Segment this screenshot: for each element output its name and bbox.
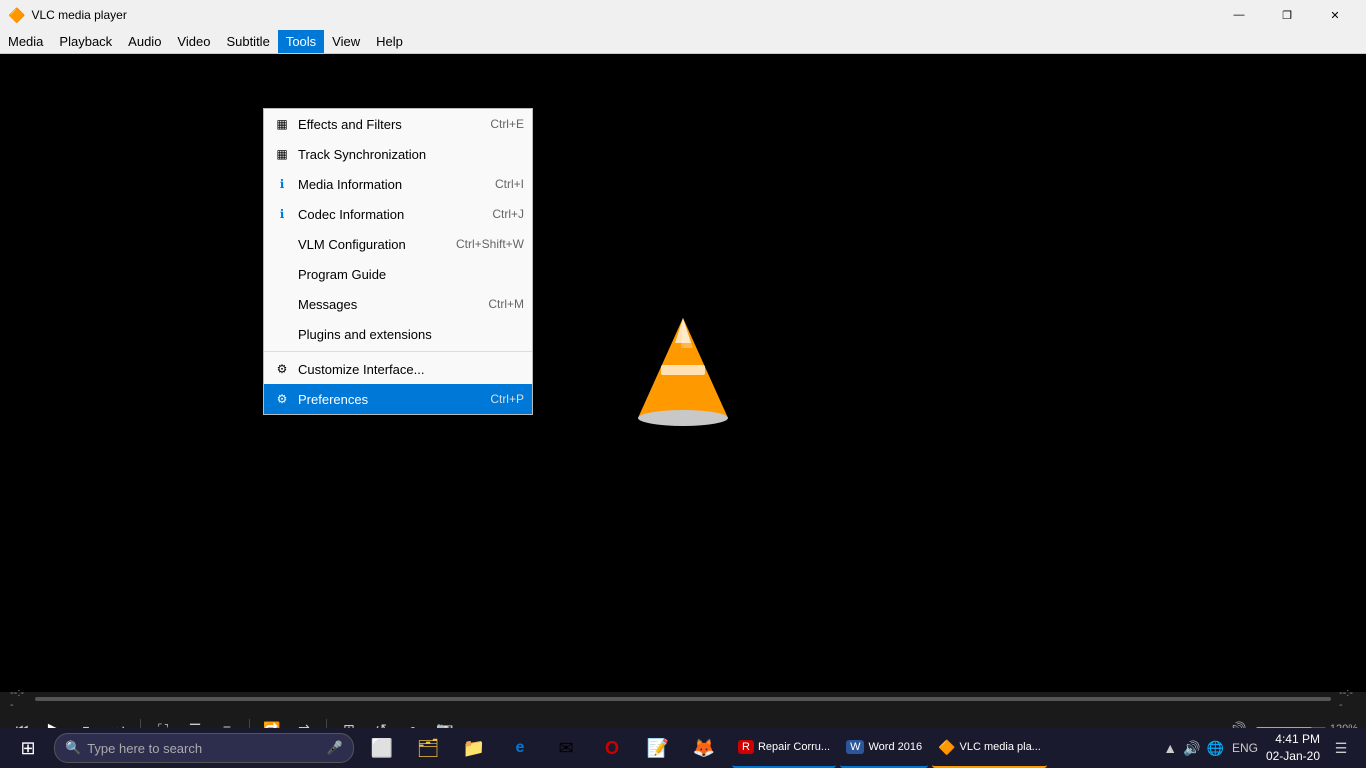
titlebar: 🔶 VLC media player — ❐ ✕ [0, 0, 1366, 30]
language-indicator[interactable]: ENG [1232, 741, 1258, 755]
messages-label: Messages [298, 297, 488, 312]
menu-vlm-config[interactable]: VLM Configuration Ctrl+Shift+W [264, 229, 532, 259]
microphone-icon[interactable]: 🎤 [327, 740, 343, 756]
program-guide-icon [272, 264, 292, 284]
menu-codec-info[interactable]: ℹ Codec Information Ctrl+J [264, 199, 532, 229]
preferences-label: Preferences [298, 392, 490, 407]
close-button[interactable]: ✕ [1312, 0, 1358, 30]
window-controls: — ❐ ✕ [1216, 0, 1358, 30]
progress-bar-container[interactable]: --:-- --:-- [0, 692, 1366, 706]
system-tray: ▲ 🔊 🌐 [1163, 740, 1224, 757]
app-icon: 🔶 [8, 7, 25, 24]
progress-track[interactable] [35, 697, 1331, 701]
plugins-label: Plugins and extensions [298, 327, 524, 342]
menu-video[interactable]: Video [169, 30, 218, 53]
taskbar-right: ▲ 🔊 🌐 ENG 4:41 PM 02-Jan-20 ☰ [1163, 731, 1362, 765]
program-guide-label: Program Guide [298, 267, 524, 282]
menu-effects-filters[interactable]: ▦ Effects and Filters Ctrl+E [264, 109, 532, 139]
video-area: ▦ Effects and Filters Ctrl+E ▦ Track Syn… [0, 54, 1366, 692]
opera-button[interactable]: O [590, 728, 634, 768]
task-view-button[interactable]: ⬜ [360, 728, 404, 768]
menu-tools[interactable]: Tools [278, 30, 324, 53]
notes-button[interactable]: 📝 [636, 728, 680, 768]
menu-track-sync[interactable]: ▦ Track Synchronization [264, 139, 532, 169]
tray-chevron[interactable]: ▲ [1163, 740, 1177, 756]
effects-icon: ▦ [272, 114, 292, 134]
customize-label: Customize Interface... [298, 362, 524, 377]
taskbar: ⊞ 🔍 Type here to search 🎤 ⬜ 🗂 📁 e ✉ O 📝 … [0, 728, 1366, 768]
vlm-shortcut: Ctrl+Shift+W [456, 237, 524, 251]
repair-label: Repair Corru... [758, 741, 830, 753]
customize-icon: ⚙ [272, 359, 292, 379]
file-explorer-button[interactable]: 🗂 [406, 728, 450, 768]
vlc-taskbar-label: VLC media pla... [960, 741, 1041, 753]
tools-dropdown-menu: ▦ Effects and Filters Ctrl+E ▦ Track Syn… [263, 108, 533, 415]
menu-separator [264, 351, 532, 352]
menu-media[interactable]: Media [0, 30, 51, 53]
menu-plugins[interactable]: Plugins and extensions [264, 319, 532, 349]
search-box[interactable]: 🔍 Type here to search 🎤 [54, 733, 354, 763]
preferences-icon: ⚙ [272, 389, 292, 409]
videos-folder-button[interactable]: 📁 [452, 728, 496, 768]
taskbar-word-button[interactable]: W Word 2016 [840, 728, 928, 768]
vlm-icon [272, 234, 292, 254]
menu-program-guide[interactable]: Program Guide [264, 259, 532, 289]
menu-preferences[interactable]: ⚙ Preferences Ctrl+P [264, 384, 532, 414]
media-info-shortcut: Ctrl+I [495, 177, 524, 191]
track-sync-icon: ▦ [272, 144, 292, 164]
edge-browser-button[interactable]: e [498, 728, 542, 768]
menu-media-info[interactable]: ℹ Media Information Ctrl+I [264, 169, 532, 199]
vlc-logo [633, 313, 733, 433]
maximize-button[interactable]: ❐ [1264, 0, 1310, 30]
clock[interactable]: 4:41 PM 02-Jan-20 [1266, 731, 1320, 765]
track-sync-label: Track Synchronization [298, 147, 524, 162]
taskbar-repair-button[interactable]: R Repair Corru... [732, 728, 836, 768]
title-text: VLC media player [31, 8, 1216, 22]
menu-subtitle[interactable]: Subtitle [218, 30, 277, 53]
vlm-label: VLM Configuration [298, 237, 456, 252]
firefox-button[interactable]: 🦊 [682, 728, 726, 768]
effects-shortcut: Ctrl+E [490, 117, 524, 131]
plugins-icon [272, 324, 292, 344]
codec-info-label: Codec Information [298, 207, 492, 222]
messages-shortcut: Ctrl+M [488, 297, 524, 311]
time-elapsed: --:-- [10, 687, 27, 711]
start-button[interactable]: ⊞ [4, 728, 52, 768]
search-icon: 🔍 [65, 740, 81, 756]
time-total: --:-- [1339, 687, 1356, 711]
menu-playback[interactable]: Playback [51, 30, 120, 53]
clock-date: 02-Jan-20 [1266, 748, 1320, 765]
tray-volume[interactable]: 🔊 [1183, 740, 1200, 757]
minimize-button[interactable]: — [1216, 0, 1262, 30]
codec-info-shortcut: Ctrl+J [492, 207, 524, 221]
media-info-icon: ℹ [272, 174, 292, 194]
clock-time: 4:41 PM [1266, 731, 1320, 748]
taskbar-vlc-button[interactable]: 🔶 VLC media pla... [932, 728, 1047, 768]
mail-button[interactable]: ✉ [544, 728, 588, 768]
tray-network[interactable]: 🌐 [1207, 740, 1224, 757]
messages-icon [272, 294, 292, 314]
menubar: Media Playback Audio Video Subtitle Tool… [0, 30, 1366, 54]
notifications-button[interactable]: ☰ [1328, 735, 1354, 761]
menu-messages[interactable]: Messages Ctrl+M [264, 289, 532, 319]
preferences-shortcut: Ctrl+P [490, 392, 524, 406]
taskbar-apps: ⬜ 🗂 📁 e ✉ O 📝 🦊 [360, 728, 726, 768]
menu-customize[interactable]: ⚙ Customize Interface... [264, 354, 532, 384]
search-placeholder: Type here to search [87, 741, 321, 756]
menu-view[interactable]: View [324, 30, 368, 53]
effects-label: Effects and Filters [298, 117, 490, 132]
codec-info-icon: ℹ [272, 204, 292, 224]
menu-audio[interactable]: Audio [120, 30, 169, 53]
media-info-label: Media Information [298, 177, 495, 192]
menu-help[interactable]: Help [368, 30, 411, 53]
word-label: Word 2016 [868, 741, 922, 753]
